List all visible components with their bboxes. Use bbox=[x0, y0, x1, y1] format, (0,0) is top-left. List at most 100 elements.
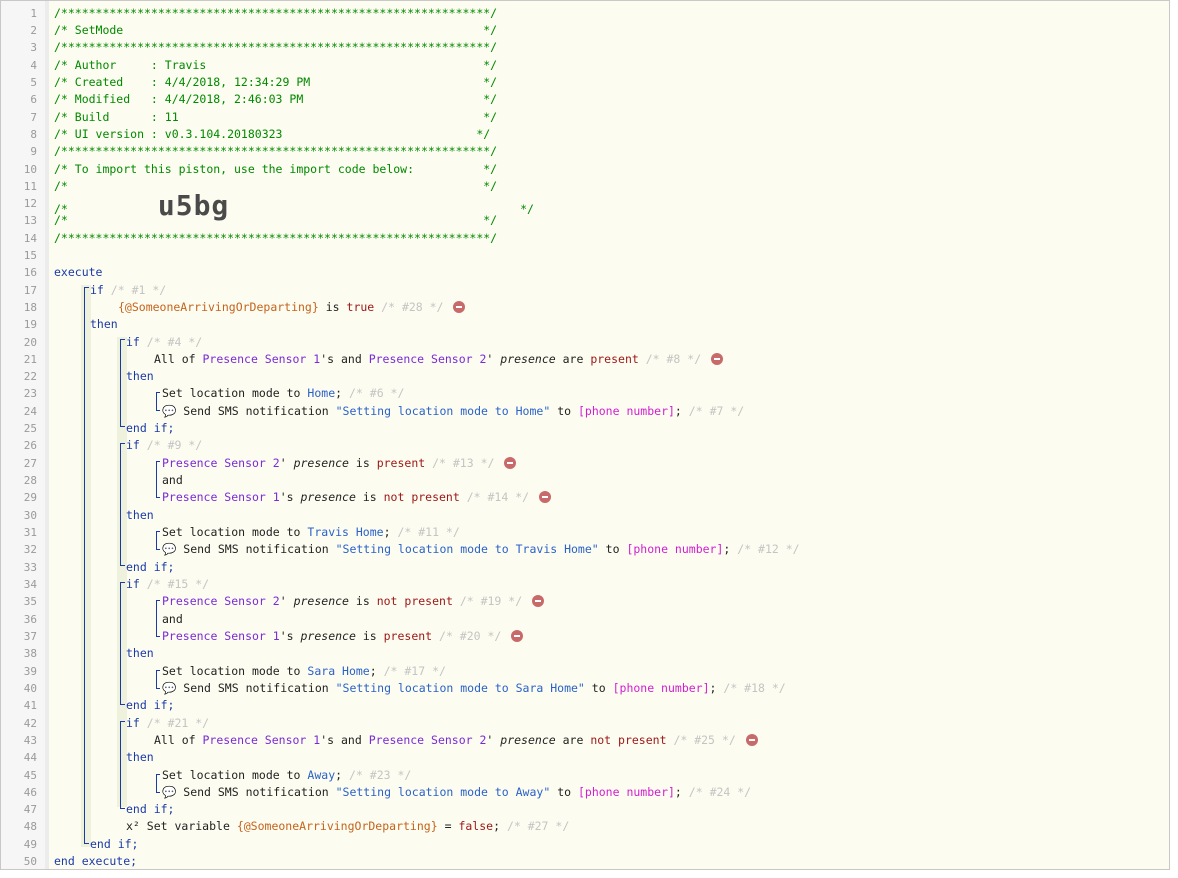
line-number: 26 bbox=[23, 439, 37, 452]
sms-message: "Setting location mode to Travis Home" bbox=[335, 542, 599, 556]
line-number: 37 bbox=[23, 630, 37, 643]
line-number: 12 bbox=[23, 197, 37, 210]
and-operator[interactable]: and bbox=[162, 472, 183, 489]
line-number: 32 bbox=[23, 543, 37, 556]
attribute-presence: presence bbox=[300, 629, 356, 643]
comment-id: /* #15 */ bbox=[146, 577, 210, 591]
set-location-sara[interactable]: Set location mode to Sara Home; /* #17 *… bbox=[162, 663, 446, 680]
stmt-bracket bbox=[156, 670, 157, 688]
end-if[interactable]: end if; bbox=[126, 801, 174, 818]
comment-id: /* #28 */ bbox=[381, 300, 444, 314]
remove-condition-icon[interactable] bbox=[745, 733, 758, 746]
op-equals: = bbox=[444, 819, 452, 833]
condition-sensor2-present[interactable]: Presence Sensor 2' presence is present /… bbox=[162, 455, 517, 472]
send-sms-home[interactable]: 💬 Send SMS notification "Setting locatio… bbox=[162, 403, 744, 420]
remove-condition-icon[interactable] bbox=[453, 300, 466, 313]
if-statement-outer[interactable]: if /* #1 */ bbox=[90, 282, 166, 299]
header-build: /* Build : 11 */ bbox=[54, 110, 498, 124]
header-blank: /* */ bbox=[54, 213, 498, 227]
header-author: /* Author : Travis */ bbox=[54, 58, 498, 72]
action-label: Send SMS notification bbox=[183, 542, 329, 556]
if-statement[interactable]: if /* #21 */ bbox=[126, 715, 209, 732]
if-statement[interactable]: if /* #15 */ bbox=[126, 576, 209, 593]
action-label: Set location mode to bbox=[162, 525, 301, 539]
line-number: 42 bbox=[23, 717, 37, 730]
bracket-tick bbox=[156, 461, 160, 462]
end-execute[interactable]: end execute; bbox=[54, 853, 137, 869]
line-number: 4 bbox=[30, 59, 37, 72]
if-keyword: if bbox=[126, 438, 140, 452]
bracket-tick bbox=[156, 600, 160, 601]
end-if[interactable]: end if; bbox=[126, 697, 174, 714]
then-keyword[interactable]: then bbox=[126, 749, 154, 766]
then-keyword[interactable]: then bbox=[90, 316, 118, 333]
end-if-outer[interactable]: end if; bbox=[90, 836, 138, 853]
comment-id: /* #6 */ bbox=[349, 386, 405, 400]
line-number: 10 bbox=[23, 163, 37, 176]
op-is: is bbox=[325, 300, 340, 314]
apostrophe: ' bbox=[279, 594, 287, 608]
action-label: Send SMS notification bbox=[183, 404, 329, 418]
if-statement[interactable]: if /* #4 */ bbox=[126, 334, 202, 351]
then-keyword[interactable]: then bbox=[126, 368, 154, 385]
bracket-tick bbox=[120, 339, 125, 340]
to-word: to bbox=[605, 542, 620, 556]
condition-sensor1-not-present[interactable]: Presence Sensor 1's presence is not pres… bbox=[162, 489, 551, 506]
send-sms-sara[interactable]: 💬 Send SMS notification "Setting locatio… bbox=[162, 680, 786, 697]
end-if[interactable]: end if; bbox=[126, 559, 174, 576]
remove-condition-icon[interactable] bbox=[511, 629, 524, 642]
remove-condition-icon[interactable] bbox=[538, 490, 551, 503]
remove-condition-icon[interactable] bbox=[504, 456, 517, 469]
phone-number: [phone number] bbox=[612, 681, 710, 695]
comment-id: /* #19 */ bbox=[459, 594, 523, 608]
line-number: 40 bbox=[23, 682, 37, 695]
op-is: is bbox=[355, 456, 370, 470]
comment-id: /* #21 */ bbox=[146, 716, 210, 730]
variable-name: {@SomeoneArrivingOrDeparting} bbox=[236, 819, 438, 833]
phone-number: [phone number] bbox=[626, 542, 724, 556]
if-statement[interactable]: if /* #9 */ bbox=[126, 437, 202, 454]
comment-id: /* #20 */ bbox=[439, 629, 502, 643]
end-if[interactable]: end if; bbox=[126, 420, 174, 437]
bracket-tick bbox=[156, 688, 160, 689]
bracket-tick bbox=[120, 721, 125, 722]
bracket-tick bbox=[120, 565, 125, 566]
then-keyword[interactable]: then bbox=[126, 507, 154, 524]
line-number: 34 bbox=[23, 578, 37, 591]
remove-condition-icon[interactable] bbox=[532, 594, 545, 607]
then-keyword[interactable]: then bbox=[126, 645, 154, 662]
action-label: Set location mode to bbox=[162, 386, 301, 400]
all-of-label: All of bbox=[154, 733, 196, 747]
comment-id: /* #9 */ bbox=[146, 438, 203, 452]
condition-variable-true[interactable]: {@SomeoneArrivingOrDeparting} is true /*… bbox=[118, 299, 466, 316]
condition-sensor1-present[interactable]: Presence Sensor 1's presence is present … bbox=[162, 628, 524, 645]
bracket-tick bbox=[120, 582, 125, 583]
send-sms-travis[interactable]: 💬 Send SMS notification "Setting locatio… bbox=[162, 541, 800, 558]
line-number: 24 bbox=[23, 405, 37, 418]
set-location-away[interactable]: Set location mode to Away; /* #23 */ bbox=[162, 767, 411, 784]
line-number: 29 bbox=[23, 491, 37, 504]
execute-keyword[interactable]: execute bbox=[54, 264, 102, 281]
semicolon: ; bbox=[493, 819, 500, 833]
line-number: 45 bbox=[23, 769, 37, 782]
condition-sensor2-not-present[interactable]: Presence Sensor 2' presence is not prese… bbox=[162, 593, 545, 610]
to-word: to bbox=[591, 681, 606, 695]
and-operator[interactable]: and bbox=[162, 611, 183, 628]
possessive: 's bbox=[320, 733, 335, 747]
op-are: are bbox=[562, 352, 584, 366]
if-bracket-3 bbox=[120, 582, 121, 704]
execute-block-lane bbox=[81, 285, 91, 847]
action-label: Set location mode to bbox=[162, 664, 301, 678]
header-title: /* SetMode */ bbox=[54, 23, 498, 37]
condition-all-not-present[interactable]: All of Presence Sensor 1's and Presence … bbox=[154, 732, 758, 749]
set-location-home[interactable]: Set location mode to Home; /* #6 */ bbox=[162, 385, 404, 402]
condition-all-present[interactable]: All of Presence Sensor 1's and Presence … bbox=[154, 351, 724, 368]
to-word: to bbox=[557, 404, 572, 418]
line-number: 36 bbox=[23, 613, 37, 626]
send-sms-away[interactable]: 💬 Send SMS notification "Setting locatio… bbox=[162, 784, 751, 801]
set-variable-statement[interactable]: x² Set variable {@SomeoneArrivingOrDepar… bbox=[126, 818, 569, 835]
remove-condition-icon[interactable] bbox=[711, 352, 724, 365]
apostrophe: ' bbox=[486, 352, 494, 366]
bracket-tick bbox=[156, 670, 160, 671]
set-location-travis[interactable]: Set location mode to Travis Home; /* #11… bbox=[162, 524, 460, 541]
